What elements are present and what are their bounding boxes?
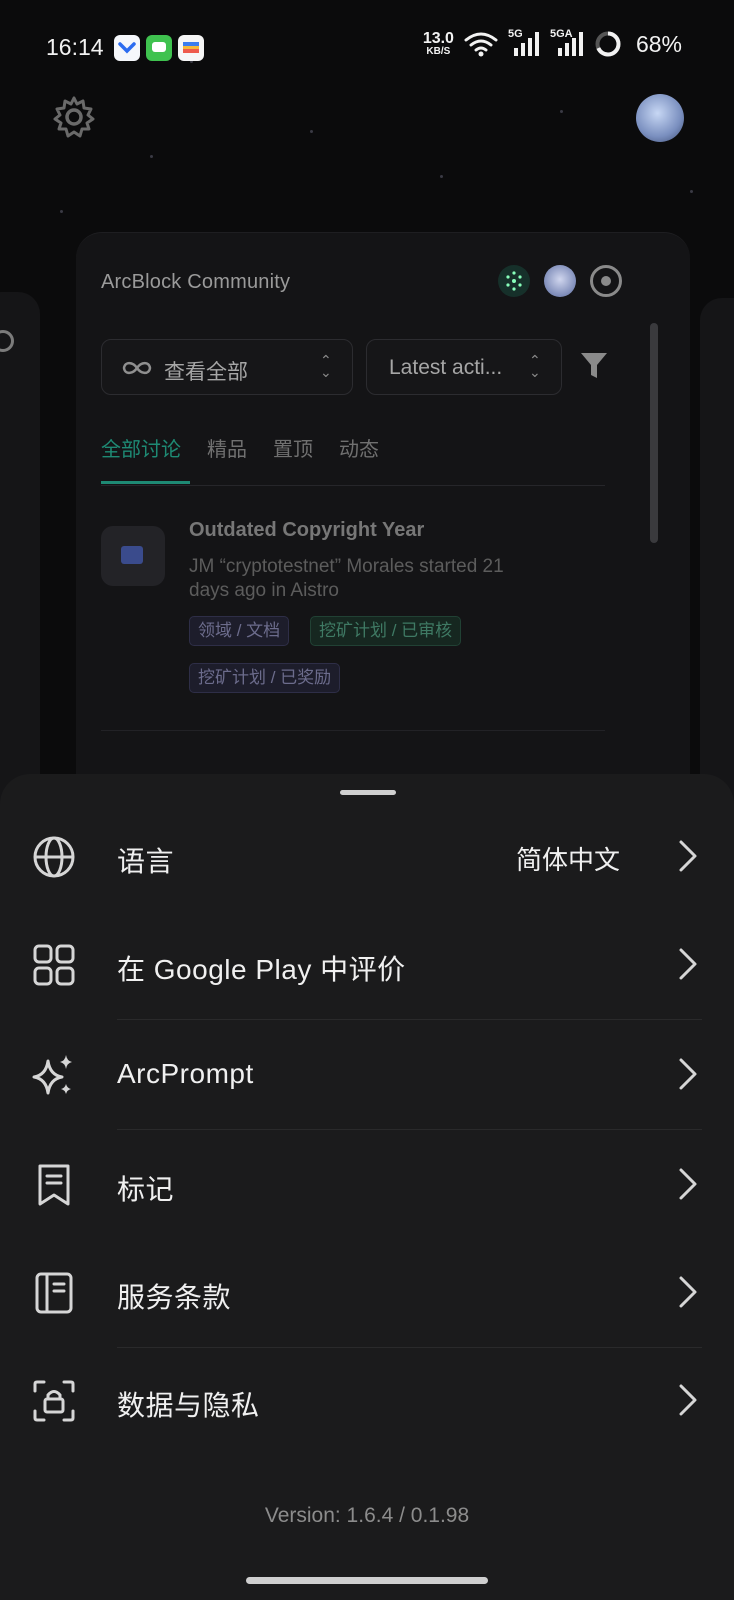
tabs-divider — [101, 485, 605, 486]
active-tab-indicator — [101, 481, 190, 484]
scope-select-value: 查看全部 — [164, 361, 248, 384]
apps-grid-icon — [33, 944, 75, 986]
updown-chevron-icon: ⌃ ⌄ — [320, 352, 332, 380]
battery-ring-icon — [595, 31, 621, 57]
card-scrollbar[interactable] — [650, 323, 658, 543]
messages-notification-icon — [146, 35, 172, 61]
app-notification-icon — [114, 35, 140, 61]
network-icon[interactable] — [498, 265, 530, 297]
signal-sim2-icon: 5GA — [550, 28, 584, 58]
tab-featured[interactable]: 精品 — [207, 433, 247, 462]
chevron-right-icon — [679, 1276, 697, 1308]
home-indicator[interactable] — [246, 1577, 488, 1584]
community-title: ArcBlock Community — [101, 271, 291, 293]
sort-select[interactable]: Latest acti... ⌃ ⌄ — [366, 339, 562, 395]
tag-chip[interactable]: 挖矿计划 / 已奖励 — [189, 663, 341, 693]
wifi-icon — [464, 32, 498, 57]
battery-percentage: 68% — [635, 30, 682, 57]
menu-item-data-privacy[interactable]: 数据与隐私 — [0, 1346, 734, 1456]
wallet-notification-icon — [178, 35, 204, 61]
chevron-right-icon — [679, 1058, 697, 1090]
chevron-right-icon — [679, 840, 697, 872]
post-thumbnail[interactable] — [101, 526, 165, 586]
bookmark-icon — [38, 1164, 70, 1206]
next-card-peek[interactable] — [700, 298, 734, 818]
menu-item-label: ArcPrompt — [117, 1058, 254, 1089]
post-divider — [101, 730, 605, 731]
sheet-drag-handle[interactable] — [340, 790, 396, 795]
previous-card-peek[interactable] — [0, 292, 40, 812]
menu-item-language[interactable]: 语言 简体中文 — [0, 802, 734, 912]
filter-funnel-icon[interactable] — [580, 351, 608, 381]
globe-icon — [33, 836, 75, 878]
profile-icon[interactable] — [544, 265, 576, 297]
menu-item-label: 标记 — [117, 1174, 175, 1205]
menu-item-label: 数据与隐私 — [117, 1390, 260, 1421]
signal-sim1-icon: 5G — [508, 28, 540, 58]
tag-chip[interactable]: 挖矿计划 / 已审核 — [310, 616, 462, 646]
chevron-right-icon — [679, 1168, 697, 1200]
infinity-icon — [122, 361, 152, 375]
menu-item-label: 语言 — [117, 846, 175, 877]
tag-chip[interactable]: 领域 / 文档 — [189, 616, 290, 646]
language-value: 简体中文 — [515, 845, 620, 875]
lock-frame-icon — [33, 1380, 75, 1422]
chevron-right-icon — [679, 948, 697, 980]
user-avatar[interactable] — [636, 94, 684, 142]
tab-pinned[interactable]: 置顶 — [273, 433, 313, 462]
community-card[interactable]: ArcBlock Community 查看全部 ⌃ ⌄ Latest acti..… — [76, 232, 690, 832]
tab-all-discussions[interactable]: 全部讨论 — [101, 433, 181, 462]
app-version: Version: 1.6.4 / 0.1.98 — [264, 1504, 470, 1527]
post-title[interactable]: Outdated Copyright Year — [189, 519, 424, 542]
notebook-icon — [35, 1272, 73, 1314]
menu-item-rate-google-play[interactable]: 在 Google Play 中评价 — [0, 910, 734, 1020]
status-time: 16:14 — [46, 34, 104, 60]
settings-gear-icon[interactable] — [52, 95, 96, 139]
chevron-right-icon — [679, 1384, 697, 1416]
menu-item-label: 服务条款 — [117, 1282, 232, 1313]
sort-select-value: Latest acti... — [389, 356, 503, 379]
post-meta: JM “cryptotestnet” Morales started 21 da… — [189, 556, 504, 601]
settings-bottom-sheet: 语言 简体中文 在 Google Play 中评价 ArcPrompt 标记 服… — [0, 774, 734, 1600]
sparkles-icon — [32, 1055, 72, 1095]
menu-item-label: 在 Google Play 中评价 — [117, 954, 406, 985]
menu-item-arcprompt[interactable]: ArcPrompt — [0, 1020, 734, 1130]
scope-select[interactable]: 查看全部 ⌃ ⌄ — [101, 339, 353, 395]
menu-item-bookmarks[interactable]: 标记 — [0, 1130, 734, 1240]
target-icon[interactable] — [590, 265, 622, 297]
status-bar: 16:14 13.0 KB/S 5G 5GA 68% — [0, 0, 734, 96]
menu-item-terms-of-service[interactable]: 服务条款 — [0, 1238, 734, 1348]
updown-chevron-icon: ⌃ ⌄ — [529, 352, 541, 380]
network-speed: 13.0 KB/S — [422, 30, 454, 57]
discussion-tabs: 全部讨论 精品 置顶 动态 — [101, 433, 379, 462]
tab-activity[interactable]: 动态 — [339, 433, 379, 462]
